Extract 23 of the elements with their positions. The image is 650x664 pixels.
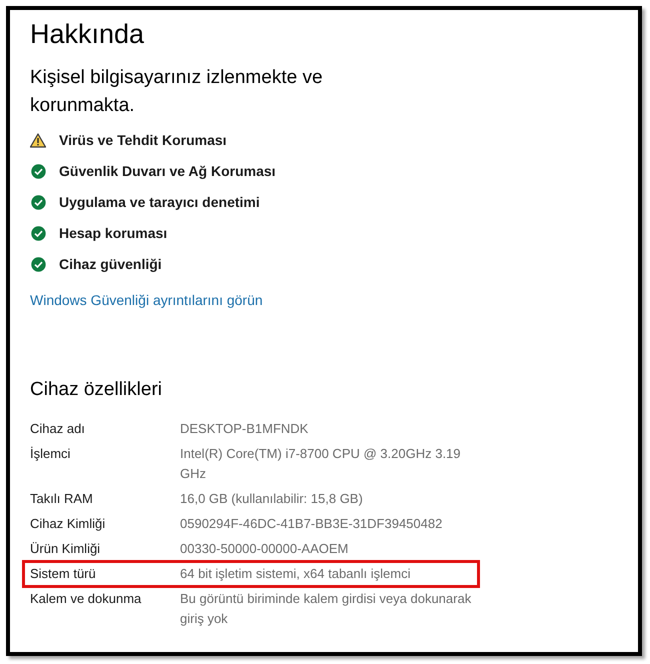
page-title: Hakkında [30,18,146,51]
spec-value: 00330-50000-00000-AAOEM [180,540,350,558]
section-heading: Cihaz özellikleri [30,378,163,402]
status-label: Hesap koruması [59,224,168,243]
spec-value: Intel(R) Core(TM) i7-8700 CPU @ 3.20GHz 3.19 GHz [180,445,462,483]
spec-label: Kalem ve dokunma [30,590,142,608]
status-label: Cihaz güvenliği [59,254,162,274]
status-heading: Kişisel bilgisayarınız izlenmekte ve korunmakta. [30,66,324,118]
status-label: Güvenlik Duvarı ve Ağ Koruması [59,162,276,181]
spec-value: DESKTOP-B1MFNDK [180,420,310,438]
spec-value: 0590294F-46DC-41B7-BB3E-31DF39450482 [180,515,444,533]
spec-label: Takılı RAM [30,490,94,508]
spec-label: İşlemci [30,445,72,463]
spec-value: Bu görüntü biriminde kalem girdisi veya dokunarak giriş yok [180,590,472,628]
spec-value: 16,0 GB (kullanılabilir: 15,8 GB) [180,490,364,508]
spec-label: Ürün Kimliği [30,540,102,558]
status-label: Virüs ve Tehdit Koruması [59,130,227,150]
status-label: Uygulama ve tarayıcı denetimi [59,192,260,212]
security-details-link[interactable]: Windows Güvenliği ayrıntılarını görün [30,290,263,311]
spec-value: 64 bit işletim sistemi, x64 tabanlı işlemci [180,565,412,583]
spec-label: Sistem türü [30,565,97,583]
spec-label: Cihaz adı [30,420,86,438]
spec-label: Cihaz Kimliği [30,515,106,533]
